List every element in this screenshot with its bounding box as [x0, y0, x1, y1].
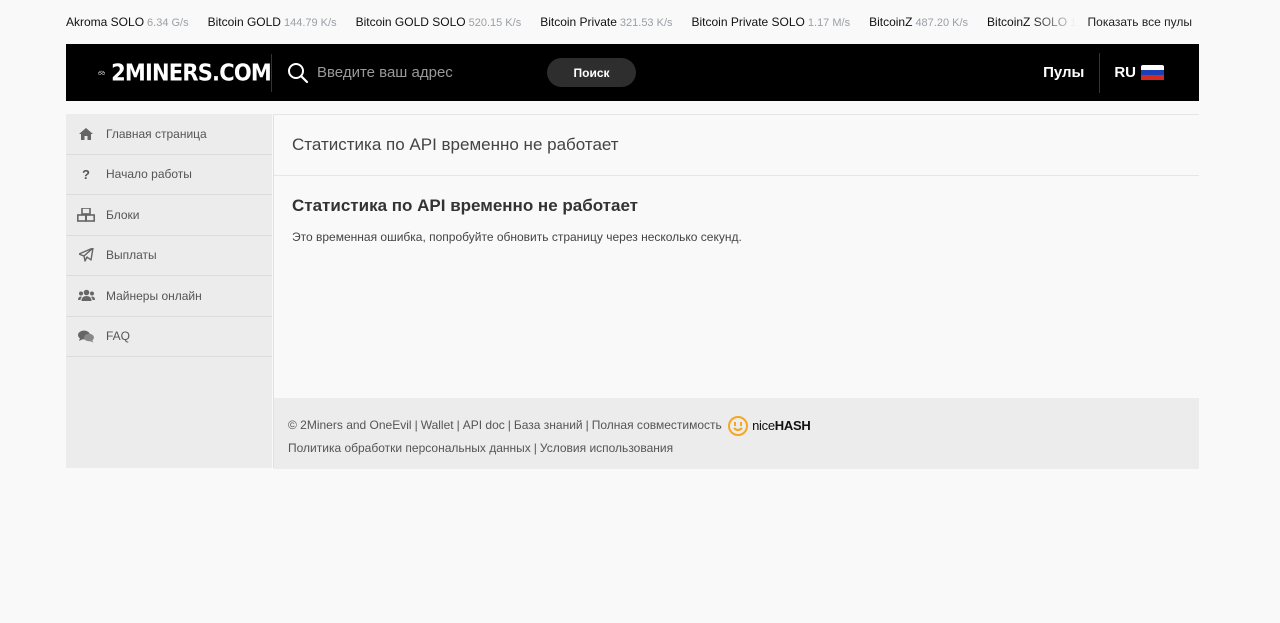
sidebar-item-label: Главная страница	[106, 126, 207, 141]
main-content: Статистика по API временно не работает С…	[273, 114, 1199, 469]
terms-link[interactable]: Условия использования	[540, 441, 673, 455]
footer: © 2Miners and OneEvil | Wallet | API doc | Баз…	[274, 398, 1199, 469]
compatibility-text: Полная совместимость	[591, 418, 722, 432]
home-icon	[66, 127, 106, 140]
language-selector[interactable]: RU	[1100, 64, 1199, 81]
address-search: Поиск	[287, 58, 636, 87]
header-right: Пулы RU	[1043, 44, 1199, 101]
error-message: Это временная ошибка, попробуйте обновит…	[292, 230, 742, 244]
russia-flag-icon	[1141, 64, 1164, 81]
ticker-item-name: Bitcoin Private	[540, 15, 617, 29]
ticker-items: Akroma SOLO 6.34 G/s Bitcoin GOLD 144.79 K…	[66, 15, 1080, 29]
comments-icon	[66, 330, 106, 343]
sidebar-item-label: Выплаты	[106, 248, 157, 263]
top-header: 2MINERS.COM Поиск Пулы RU	[66, 44, 1199, 101]
ticker-item[interactable]: Bitcoin GOLD 144.79 K/s	[208, 15, 337, 29]
address-search-input[interactable]	[317, 64, 532, 81]
footer-line-2: Политика обработки персональных данных | У…	[288, 441, 674, 456]
error-panel: Статистика по API временно не работает Э…	[274, 176, 1199, 264]
copyright-text: © 2Miners and OneEvil	[288, 418, 412, 432]
ticker-item-rate: 487.20 K/s	[915, 17, 969, 29]
wallet-link[interactable]: Wallet	[421, 418, 454, 432]
ticker-item[interactable]: BitcoinZ 487.20 K/s	[869, 15, 968, 29]
sidebar-item-label: Начало работы	[106, 167, 192, 182]
show-all-pools-link[interactable]: Показать все пулы	[1088, 15, 1192, 29]
ticker-item-name: Bitcoin Private SOLO	[691, 15, 805, 29]
ticker-item-rate: 520.15 K/s	[468, 17, 522, 29]
error-title: Статистика по API временно не работает	[292, 196, 639, 215]
cubes-icon	[66, 207, 106, 222]
ticker-item[interactable]: Bitcoin Private 321.53 K/s	[540, 15, 672, 29]
sidebar-item-faq[interactable]: FAQ	[66, 317, 272, 357]
search-icon	[288, 62, 309, 83]
sidebar-item-blocks[interactable]: Блоки	[66, 195, 272, 236]
ticker-item-rate: 144.79 K/s	[283, 17, 337, 29]
sidebar-nav: Главная страница ? Начало работы Блоки В…	[66, 114, 272, 468]
site-logo[interactable]: 2MINERS.COM	[66, 53, 272, 92]
pool-ticker: Akroma SOLO 6.34 G/s Bitcoin GOLD 144.79 K…	[66, 0, 1200, 44]
users-icon	[66, 289, 106, 302]
search-button[interactable]: Поиск	[547, 58, 636, 87]
ticker-item-rate: 321.53 K/s	[619, 17, 673, 29]
ticker-item-rate: 6.34 G/s	[147, 17, 189, 29]
ticker-item-name: BitcoinZ	[869, 15, 913, 29]
sidebar-item-home[interactable]: Главная страница	[66, 114, 272, 155]
knowledge-base-link[interactable]: База знаний	[514, 418, 583, 432]
page-title: Статистика по API временно не работает	[274, 115, 1199, 176]
sidebar-item-payouts[interactable]: Выплаты	[66, 236, 272, 276]
nicehash-wordmark: niceHASH	[752, 418, 811, 434]
language-code: RU	[1114, 64, 1136, 81]
ticker-item-name: Bitcoin GOLD	[207, 15, 281, 29]
api-doc-link[interactable]: API doc	[463, 418, 505, 432]
ticker-item[interactable]: Bitcoin Private SOLO 1.17 M/s	[692, 15, 851, 29]
sidebar-item-label: Блоки	[106, 207, 140, 222]
nicehash-logo[interactable]: niceHASH	[728, 414, 811, 437]
ticker-item-name: BitcoinZ SOLO	[987, 15, 1068, 29]
question-icon: ?	[82, 166, 90, 182]
privacy-policy-link[interactable]: Политика обработки персональных данных	[288, 441, 531, 455]
paper-plane-icon	[66, 248, 106, 262]
sidebar-item-label: FAQ	[106, 329, 131, 344]
sidebar-item-label: Майнеры онлайн	[106, 288, 202, 303]
ticker-item-rate: 1.66 M/s	[1070, 17, 1080, 29]
ticker-item-name: Bitcoin GOLD SOLO	[355, 15, 466, 29]
ticker-item[interactable]: Akroma SOLO 6.34 G/s	[66, 15, 189, 29]
ticker-item[interactable]: BitcoinZ SOLO1.66 M/s	[987, 15, 1080, 29]
sidebar-item-miners-online[interactable]: Майнеры онлайн	[66, 276, 272, 317]
nicehash-smile-icon	[728, 415, 749, 436]
sidebar-item-getting-started[interactable]: ? Начало работы	[66, 155, 272, 195]
footer-line-1: © 2Miners and OneEvil | Wallet | API doc | Баз…	[288, 414, 1185, 437]
logo-text: 2MINERS.COM	[111, 59, 272, 86]
miner-glasses-icon	[98, 70, 105, 75]
pools-link[interactable]: Пулы	[1043, 52, 1101, 93]
ticker-item-rate: 1.17 M/s	[807, 17, 851, 29]
ticker-item[interactable]: Bitcoin GOLD SOLO 520.15 K/s	[356, 15, 522, 29]
ticker-item-name: Akroma SOLO	[66, 15, 145, 29]
